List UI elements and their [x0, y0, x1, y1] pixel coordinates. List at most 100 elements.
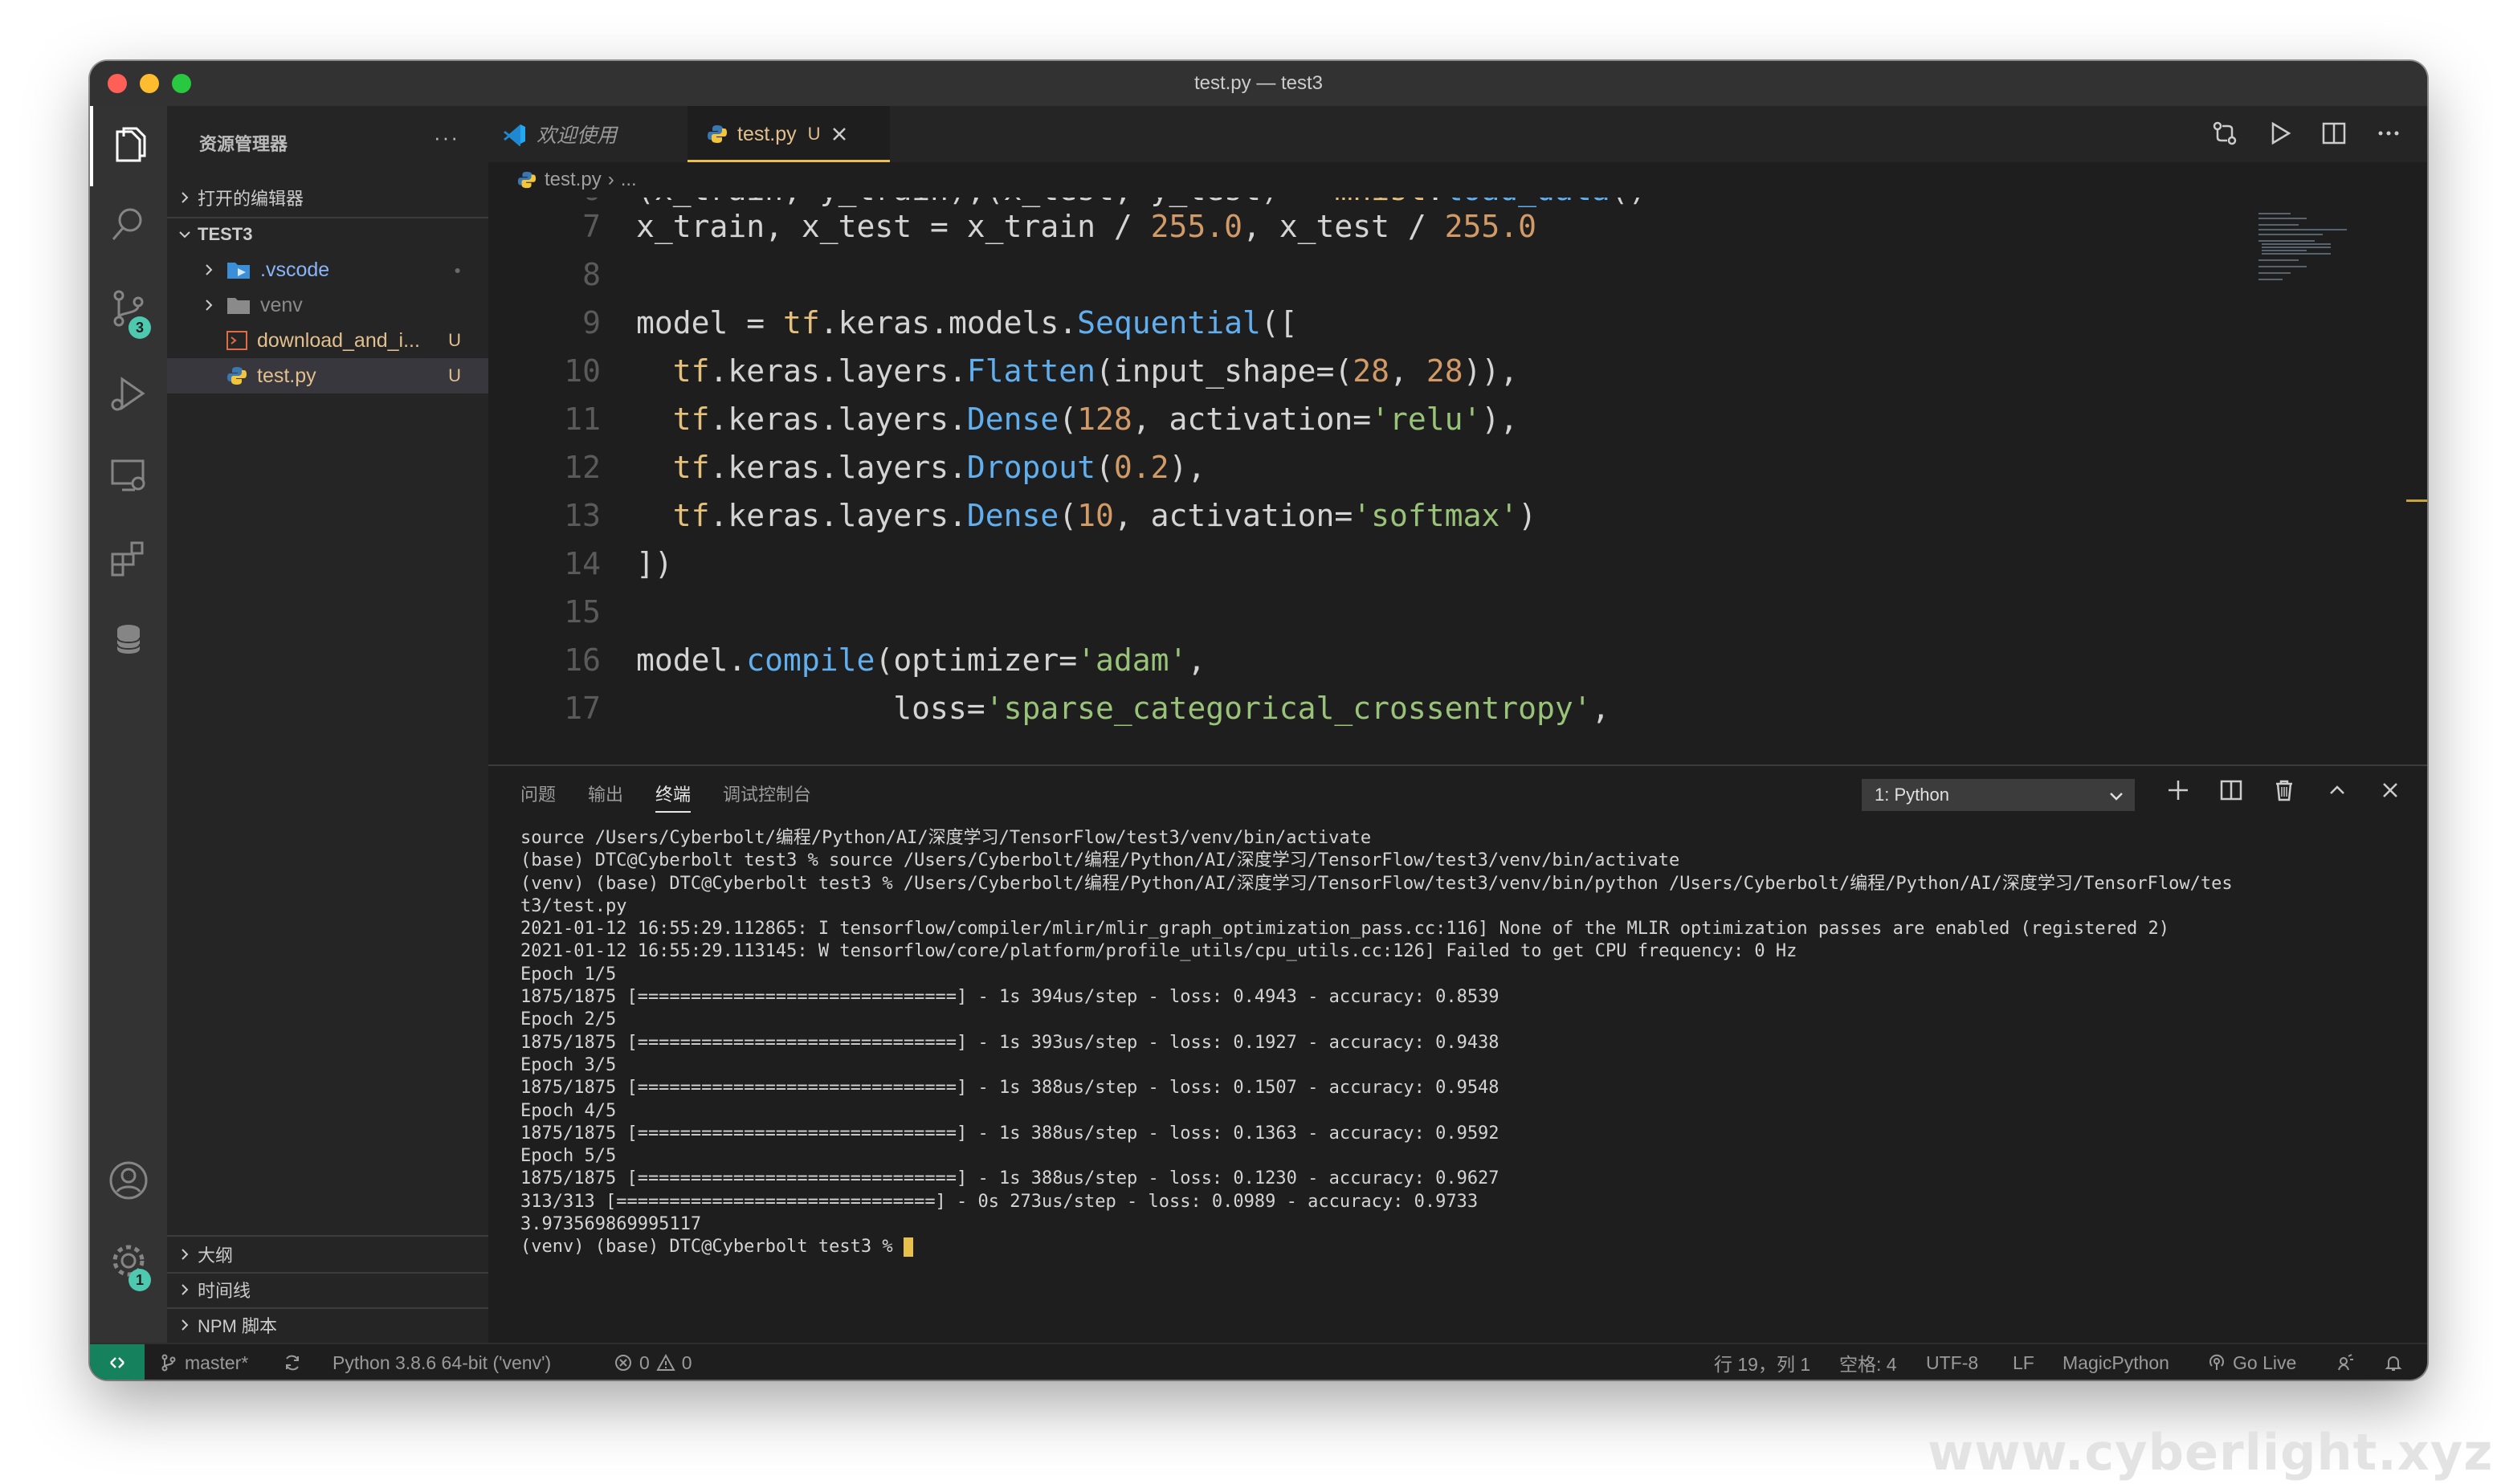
terminal-line: 3.973569869995117 — [520, 1214, 702, 1235]
terminal-line: Epoch 5/5 — [520, 1146, 617, 1167]
scroll-marker — [2406, 499, 2427, 502]
tab-welcome[interactable]: 欢迎使用 — [503, 106, 679, 162]
outline-label: 大纲 — [198, 1246, 234, 1266]
npm-scripts-label: NPM 脚本 — [198, 1316, 278, 1336]
language-label: MagicPython — [2063, 1352, 2169, 1373]
tab-active-underline — [688, 160, 890, 162]
vscode-folder-icon — [227, 263, 250, 279]
run-debug-icon[interactable] — [106, 371, 151, 416]
terminal-line: 1875/1875 [=============================… — [520, 1123, 1499, 1144]
outline-section[interactable]: 大纲 — [167, 1237, 488, 1272]
tree-item-testpy[interactable]: test.py U — [167, 358, 488, 393]
sync-status[interactable] — [283, 1344, 302, 1380]
close-icon[interactable] — [830, 125, 848, 143]
window-title: test.py — test3 — [1193, 72, 1324, 94]
chevron-right-icon — [206, 264, 213, 275]
tab-problems[interactable]: 问题 — [520, 781, 556, 813]
open-editors-section[interactable]: 打开的编辑器 — [167, 180, 488, 215]
language-status[interactable]: MagicPython — [2063, 1344, 2169, 1380]
new-terminal-icon[interactable] — [2165, 777, 2191, 803]
timeline-section[interactable]: 时间线 — [167, 1272, 488, 1307]
code-line: 10 tf.keras.layers.Flatten(input_shape=(… — [564, 353, 1519, 389]
project-section[interactable]: TEST3 — [167, 217, 488, 252]
problems-status[interactable]: 0 0 — [614, 1344, 692, 1380]
tab-debug-console[interactable]: 调试控制台 — [723, 781, 811, 813]
tab-output[interactable]: 输出 — [588, 781, 623, 813]
extensions-icon[interactable] — [106, 536, 151, 581]
code-line: 12 tf.keras.layers.Dropout(0.2), — [564, 450, 1206, 485]
vscode-window: test.py — test3 3 1 资源管理器 ··· 打开的编辑器 TES… — [90, 61, 2427, 1380]
trash-icon[interactable] — [2271, 777, 2297, 803]
broadcast-icon — [2209, 1354, 2224, 1370]
chevron-up-icon[interactable] — [2324, 777, 2350, 803]
indentation-status[interactable]: 空格: 4 — [1839, 1344, 1897, 1380]
search-icon[interactable] — [106, 202, 151, 247]
bottom-panel: 问题 输出 终端 调试控制台 1: Python source /Users/C… — [488, 764, 2427, 1344]
tree-item-label: venv — [260, 293, 303, 316]
feedback-button[interactable] — [2336, 1344, 2355, 1380]
branch-name: master* — [185, 1352, 249, 1373]
terminal-prompt-line[interactable]: (venv) (base) DTC@Cyberbolt test3 % — [520, 1236, 2400, 1258]
remote-explorer-icon[interactable] — [106, 453, 151, 498]
shell-file-icon — [226, 331, 247, 350]
notifications-button[interactable] — [2384, 1344, 2403, 1380]
remote-indicator-button[interactable] — [90, 1344, 145, 1380]
terminal-output[interactable]: source /Users/Cyberbolt/编程/Python/AI/深度学… — [520, 827, 2400, 1259]
explorer-more-button[interactable]: ··· — [434, 125, 459, 150]
encoding-label: UTF-8 — [1926, 1352, 1979, 1373]
terminal-line: (base) DTC@Cyberbolt test3 % source /Use… — [520, 850, 1680, 871]
terminal-line: 1875/1875 [=============================… — [520, 1032, 1499, 1053]
activity-bar: 3 1 — [90, 106, 167, 1343]
more-actions-icon[interactable] — [2374, 119, 2403, 148]
terminal-line: 313/313 [==============================]… — [520, 1191, 1479, 1212]
account-icon[interactable] — [106, 1158, 151, 1203]
go-live-button[interactable]: Go Live — [2207, 1344, 2296, 1380]
title-bar: test.py — test3 — [90, 61, 2427, 106]
code-editor[interactable]: 6(x_train, y_train),(x_test, y_test) = m… — [488, 198, 2336, 764]
feedback-icon — [2338, 1354, 2353, 1371]
tree-item-label: .vscode — [260, 258, 330, 281]
explorer-icon[interactable] — [106, 124, 151, 169]
terminal-line: 2021-01-12 16:55:29.112865: I tensorflow… — [520, 919, 2169, 940]
minimize-window-button[interactable] — [140, 74, 159, 93]
python-file-icon — [517, 171, 537, 189]
terminal-select[interactable]: 1: Python — [1862, 779, 2135, 811]
panel-tabs: 问题 输出 终端 调试控制台 — [520, 781, 811, 813]
open-editors-label: 打开的编辑器 — [198, 189, 304, 209]
breadcrumb-file[interactable]: test.py — [545, 169, 602, 191]
eol-label: LF — [2013, 1352, 2034, 1373]
tree-item-download[interactable]: download_and_i... U — [167, 323, 488, 358]
terminal-line: (venv) (base) DTC@Cyberbolt test3 % /Use… — [520, 873, 2233, 894]
terminal-line: t3/test.py — [520, 895, 627, 916]
terminal-line: 1875/1875 [=============================… — [520, 1168, 1499, 1189]
database-icon[interactable] — [106, 617, 151, 662]
tab-terminal[interactable]: 终端 — [655, 781, 692, 813]
split-terminal-icon[interactable] — [2218, 777, 2244, 803]
split-editor-icon[interactable] — [2320, 119, 2348, 148]
tree-item-vscode[interactable]: .vscode ● — [167, 252, 488, 287]
chevron-down-icon — [2110, 793, 2123, 801]
close-window-button[interactable] — [108, 74, 127, 93]
minimap[interactable] — [2258, 210, 2403, 283]
open-changes-icon[interactable] — [2210, 119, 2239, 148]
tree-item-venv[interactable]: venv — [167, 287, 488, 323]
breadcrumb: test.py › ... — [517, 162, 637, 198]
eol-status[interactable]: LF — [2013, 1344, 2034, 1380]
tab-testpy[interactable]: test.py U — [688, 106, 890, 162]
interpreter-status[interactable]: Python 3.8.6 64-bit ('venv') — [333, 1344, 551, 1380]
maximize-window-button[interactable] — [172, 74, 191, 93]
tab-label: 欢迎使用 — [537, 124, 618, 147]
close-panel-icon[interactable] — [2377, 777, 2403, 803]
cursor-position[interactable]: 行 19，列 1 — [1714, 1344, 1810, 1380]
encoding-status[interactable]: UTF-8 — [1926, 1344, 1978, 1380]
chevron-right-icon — [182, 1284, 189, 1295]
breadcrumb-more[interactable]: ... — [621, 169, 637, 191]
tab-label: test.py — [737, 122, 797, 145]
code-line: 9 model = tf.keras.models.Sequential([ — [582, 305, 1298, 340]
code-line: 13 tf.keras.layers.Dense(10, activation=… — [564, 498, 1537, 533]
tab-status: U — [807, 124, 821, 144]
branch-status[interactable]: master* — [159, 1344, 248, 1380]
code-line: 14]) — [564, 546, 673, 581]
run-icon[interactable] — [2265, 119, 2294, 148]
npm-scripts-section[interactable]: NPM 脚本 — [167, 1307, 488, 1343]
